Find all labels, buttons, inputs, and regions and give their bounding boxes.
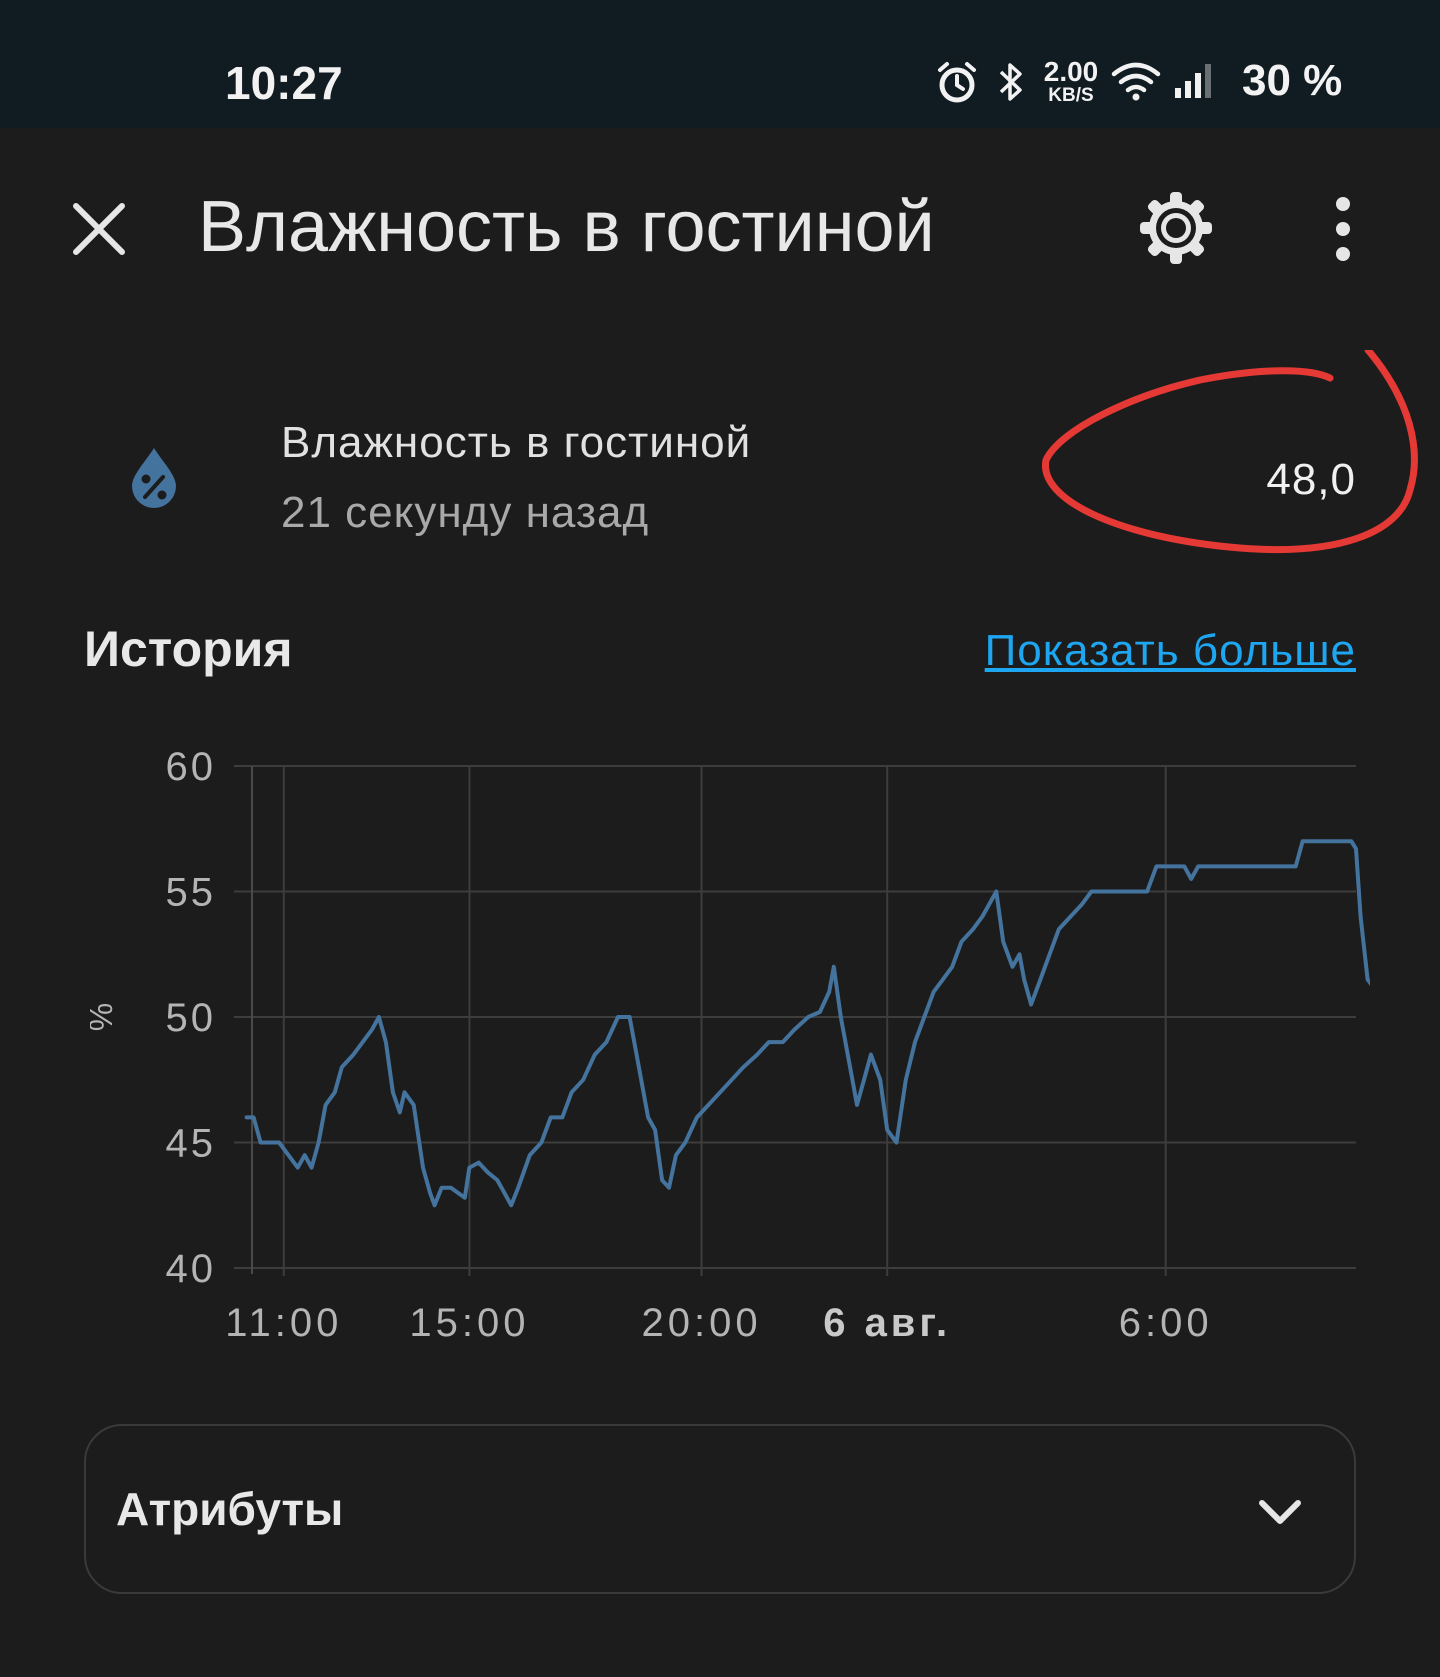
history-chart: 40 45 50 55 60 11:00 15:00 20:00 6 авг. 6:00% [90,745,1370,1345]
entity-state-value: 48,0 [1266,455,1356,504]
chevron-down-icon [1259,1500,1301,1524]
dialog-title: Влажность в гостиной [198,187,935,267]
y-axis-label: % [90,1003,119,1031]
y-tick-label: 55 [166,871,217,915]
battery-level: 30 % [1242,56,1343,105]
water-percent-icon [132,448,176,508]
bluetooth-icon [999,63,1022,101]
signal-icon [1175,64,1211,98]
dialog-header: Влажность в гостиной [0,128,1440,328]
gear-icon [1140,192,1212,264]
wifi-icon [1111,62,1161,101]
network-speed-unit: KB/S [1048,85,1094,106]
status-bar: 10:27 2.00 KB/S 30 % [0,0,1440,128]
y-tick-label: 45 [166,1122,217,1166]
x-tick-label: 15:00 [409,1301,529,1345]
show-more-link[interactable]: Показать больше [985,626,1356,676]
red-circle-annotation [1042,350,1418,554]
x-tick-label: 6 авг. [823,1301,951,1345]
y-tick-label: 40 [166,1247,217,1291]
attributes-label: Атрибуты [116,1483,344,1535]
entity-last-changed: 21 секунду назад [281,488,650,537]
alarm-icon [938,62,976,103]
x-tick-label: 6:00 [1119,1301,1213,1345]
network-speed-value: 2.00 [1043,56,1099,87]
status-time: 10:27 [225,57,343,109]
more-vert-icon [1336,197,1350,261]
history-title: История [84,621,293,677]
y-tick-label: 60 [166,745,217,789]
close-icon [73,203,125,255]
settings-button[interactable] [1136,188,1216,268]
y-tick-label: 50 [166,996,217,1040]
series-line [244,839,1370,1208]
x-tick-label: 20:00 [641,1301,761,1345]
x-tick-label: 11:00 [225,1301,342,1345]
entity-name: Влажность в гостиной [281,418,752,467]
more-options-button[interactable] [1318,194,1368,264]
network-speed: 2.00 KB/S [1040,56,1102,106]
entity-state-row: Влажность в гостиной 21 секунду назад 48… [0,350,1440,570]
attributes-expander[interactable]: Атрибуты [84,1424,1356,1594]
close-button[interactable] [64,194,134,264]
